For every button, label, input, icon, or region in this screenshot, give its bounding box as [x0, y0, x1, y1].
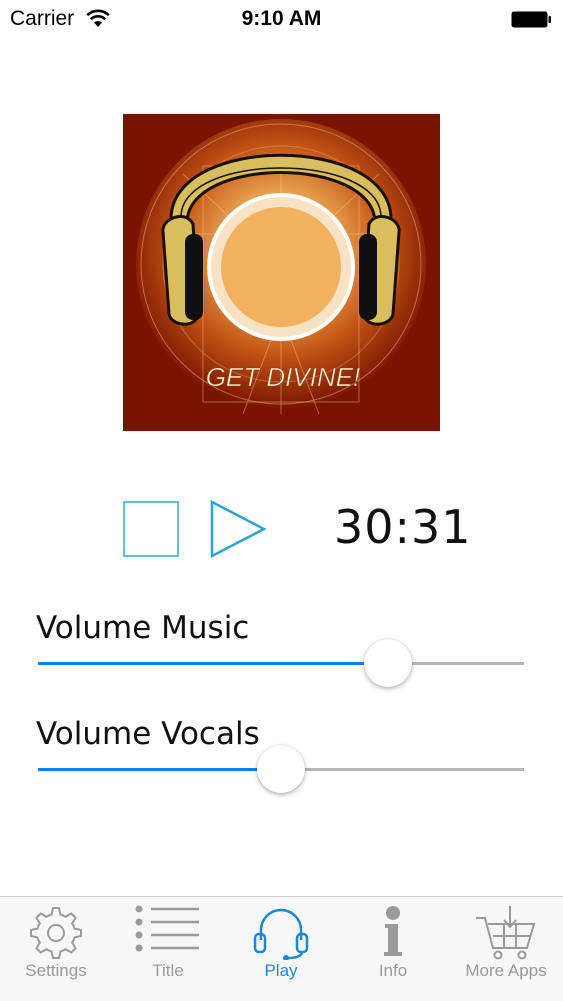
- tab-more-apps[interactable]: More Apps: [450, 897, 562, 1001]
- volume-music-thumb[interactable]: [363, 639, 412, 687]
- volume-music-fill: [38, 662, 388, 665]
- album-art: GET DIVINE!: [123, 114, 440, 431]
- tab-bar: Settings Title Play Info More Apps: [0, 896, 563, 1001]
- elapsed-time: 30:31: [334, 500, 472, 554]
- tab-title[interactable]: Title: [112, 897, 224, 1001]
- tab-play-label: Play: [264, 961, 298, 980]
- volume-music-label: Volume Music: [36, 610, 250, 646]
- info-icon: [384, 906, 402, 956]
- gear-icon: [30, 907, 82, 959]
- volume-vocals-fill: [38, 768, 281, 771]
- cart-icon: [476, 906, 536, 960]
- status-bar: Carrier 9:10 AM: [0, 0, 563, 40]
- tab-title-label: Title: [152, 961, 184, 980]
- tab-settings[interactable]: Settings: [0, 897, 112, 1001]
- play-button[interactable]: [208, 500, 268, 558]
- album-caption: GET DIVINE!: [206, 362, 361, 392]
- headphones-icon: [253, 908, 309, 960]
- volume-music-slider[interactable]: [38, 639, 524, 687]
- tab-more-apps-label: More Apps: [465, 961, 547, 980]
- battery-icon: [511, 11, 551, 28]
- tab-info-label: Info: [378, 961, 408, 980]
- tab-info[interactable]: Info: [337, 897, 449, 1001]
- volume-vocals-slider[interactable]: [38, 745, 524, 793]
- tab-play[interactable]: Play: [225, 897, 337, 1001]
- status-time: 9:10 AM: [241, 7, 322, 30]
- stop-button[interactable]: [123, 501, 179, 557]
- volume-vocals-label: Volume Vocals: [36, 716, 260, 752]
- volume-vocals-thumb[interactable]: [257, 745, 305, 793]
- play-icon: [210, 500, 267, 558]
- list-icon: [135, 905, 199, 952]
- tab-settings-label: Settings: [25, 961, 87, 980]
